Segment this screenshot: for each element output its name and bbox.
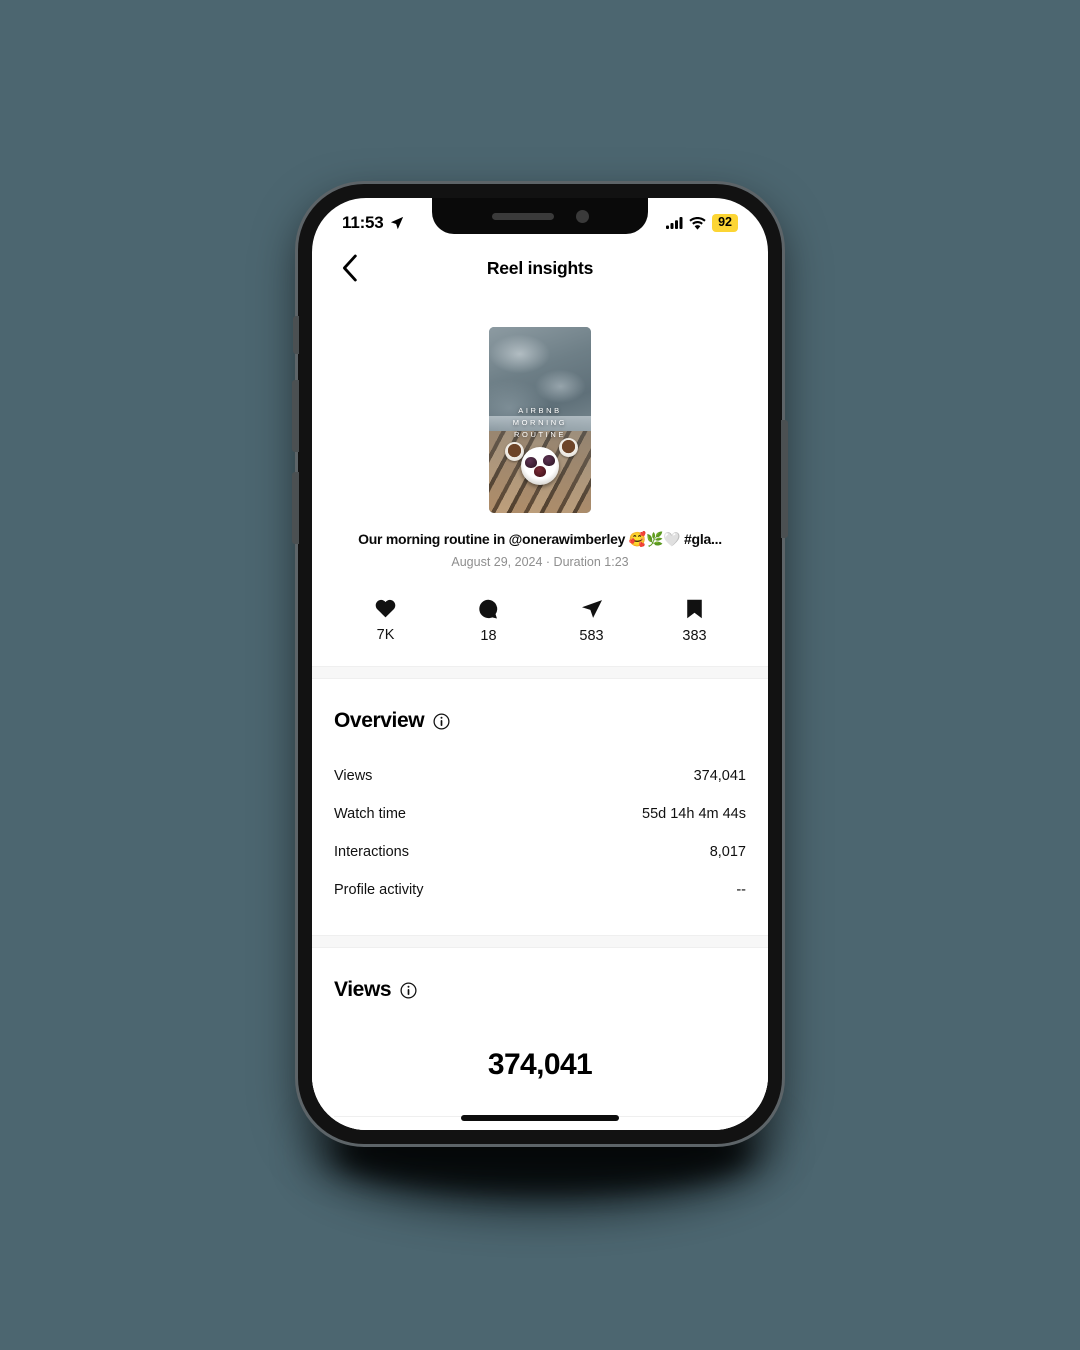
stat-label: Interactions bbox=[334, 844, 409, 860]
reel-thumbnail[interactable]: AIRBNB MORNING ROUTINE bbox=[489, 327, 591, 513]
mute-switch-button[interactable] bbox=[293, 316, 299, 354]
home-indicator[interactable] bbox=[461, 1115, 619, 1121]
page-title: Reel insights bbox=[486, 257, 594, 278]
front-camera-icon bbox=[575, 209, 589, 223]
status-bar-right: 92 bbox=[666, 214, 742, 232]
stat-value: 374,041 bbox=[693, 768, 746, 784]
engagement-shares[interactable]: 583 bbox=[540, 599, 643, 644]
engagement-comments[interactable]: 18 bbox=[437, 599, 540, 644]
volume-down-button[interactable] bbox=[292, 472, 299, 544]
stat-label: Watch time bbox=[334, 806, 406, 822]
section-title: Views bbox=[334, 978, 392, 1001]
chevron-left-icon bbox=[342, 254, 357, 282]
engagement-saves[interactable]: 383 bbox=[643, 599, 746, 644]
info-icon[interactable] bbox=[433, 712, 450, 730]
battery-indicator: 92 bbox=[712, 214, 738, 232]
post-header-section: AIRBNB MORNING ROUTINE Our morning routi… bbox=[312, 294, 768, 666]
overview-section: Overview Views 374,041 Watch time 55d 14… bbox=[312, 679, 768, 935]
stat-value: -- bbox=[736, 882, 746, 898]
location-arrow-icon bbox=[390, 216, 403, 230]
status-bar-left: 11:53 bbox=[342, 213, 404, 233]
stat-row: Profile activity -- bbox=[334, 871, 746, 909]
cellular-signal-icon bbox=[666, 217, 683, 229]
engagement-count: 7K bbox=[376, 627, 395, 643]
post-caption: Our morning routine in @onerawimberley 🥰… bbox=[358, 531, 722, 547]
engagement-likes[interactable]: 7K bbox=[334, 599, 437, 644]
comment-icon bbox=[479, 599, 498, 619]
back-button[interactable] bbox=[334, 253, 364, 283]
heart-icon bbox=[375, 599, 396, 618]
thumbnail-coffee-cup-left bbox=[505, 442, 524, 461]
overview-header: Overview bbox=[334, 709, 746, 733]
stat-row: Interactions 8,017 bbox=[334, 833, 746, 871]
volume-up-button[interactable] bbox=[292, 380, 299, 452]
engagement-count: 583 bbox=[579, 628, 604, 644]
thumbnail-berry bbox=[534, 466, 546, 477]
views-total: 374,041 bbox=[487, 1048, 593, 1081]
stat-value: 8,017 bbox=[709, 844, 746, 860]
engagement-row: 7K 18 583 383 bbox=[312, 599, 768, 644]
stat-row: Watch time 55d 14h 4m 44s bbox=[334, 795, 746, 833]
section-separator bbox=[312, 935, 768, 948]
navigation-bar: Reel insights bbox=[312, 242, 768, 294]
thumbnail-berry bbox=[543, 455, 555, 466]
speaker-grille-icon bbox=[491, 212, 554, 220]
status-time: 11:53 bbox=[342, 213, 384, 232]
views-header: Views bbox=[334, 978, 746, 1002]
share-icon bbox=[581, 600, 602, 618]
stat-value: 55d 14h 4m 44s bbox=[642, 806, 746, 822]
thumbnail-overlay-text: AIRBNB MORNING ROUTINE bbox=[512, 406, 568, 440]
stat-label: Views bbox=[334, 768, 373, 784]
bookmark-icon bbox=[687, 599, 702, 619]
thumbnail-plate bbox=[521, 447, 559, 485]
wifi-icon bbox=[689, 216, 706, 230]
phone-frame: 11:53 92 Reel insights AIRBNB MORNING RO… bbox=[292, 184, 788, 1144]
info-icon[interactable] bbox=[400, 981, 417, 999]
phone-notch bbox=[432, 198, 648, 234]
section-separator bbox=[312, 666, 768, 679]
post-meta: August 29, 2024 · Duration 1:23 bbox=[451, 555, 629, 569]
stat-label: Profile activity bbox=[334, 882, 424, 898]
engagement-count: 383 bbox=[682, 628, 707, 644]
views-section: Views 374,041 Accounts reached 289,859 bbox=[312, 948, 768, 1130]
scroll-content[interactable]: AIRBNB MORNING ROUTINE Our morning routi… bbox=[312, 294, 768, 1130]
engagement-count: 18 bbox=[480, 628, 497, 644]
section-title: Overview bbox=[334, 709, 425, 732]
power-button[interactable] bbox=[781, 420, 788, 538]
phone-screen: 11:53 92 Reel insights AIRBNB MORNING RO… bbox=[312, 198, 768, 1130]
stat-row: Views 374,041 bbox=[334, 757, 746, 795]
